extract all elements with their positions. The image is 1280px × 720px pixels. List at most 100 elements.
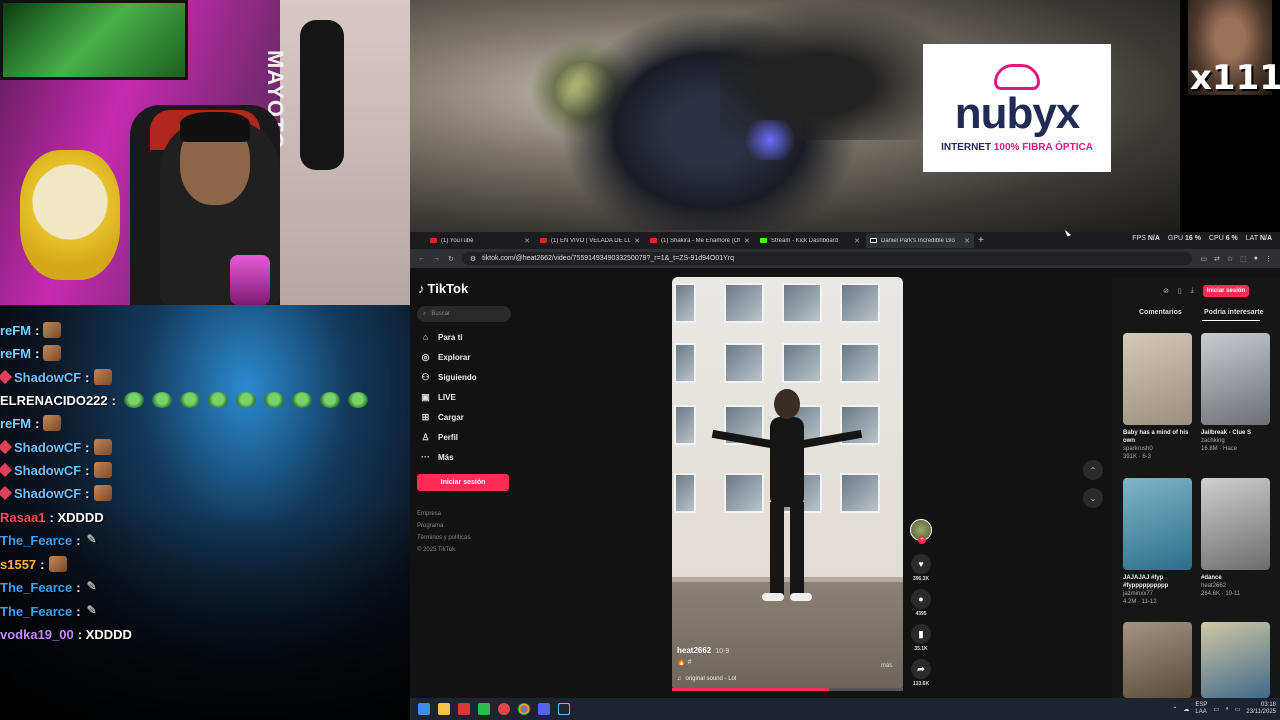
tray-chevron-icon[interactable]: ⌃ — [1172, 706, 1177, 713]
chrome-icon[interactable] — [518, 703, 530, 715]
language-indicator[interactable]: ESP LAA — [1195, 702, 1207, 716]
clock-time: 03:18 — [1260, 702, 1276, 708]
tiktok-logo[interactable]: ♪ TikTok — [418, 281, 468, 296]
tab-comments[interactable]: Comentarios — [1139, 309, 1182, 316]
chat-username[interactable]: The_Fearce — [0, 604, 72, 619]
discord-icon[interactable] — [538, 703, 550, 715]
chat-username[interactable]: reFM — [0, 323, 31, 338]
suggested-video-info[interactable]: Jailbreak - Clue S zachking 16.8M · Hace — [1201, 429, 1271, 453]
suggested-video-thumbnail[interactable] — [1201, 622, 1270, 698]
close-tab-icon[interactable]: ✕ — [524, 237, 530, 245]
right-login-button[interactable]: Iniciar sesión — [1202, 285, 1250, 297]
chat-username[interactable]: ShadowCF — [14, 440, 81, 455]
battery-icon[interactable]: ▭ — [1235, 706, 1241, 713]
suggested-video-info[interactable]: #dance heat2662 264.6K · 10-11 — [1201, 574, 1271, 598]
coins-icon[interactable]: ⊘ — [1163, 287, 1169, 295]
profile-icon[interactable]: ● — [1254, 255, 1258, 263]
browser-tab[interactable]: (1) EN VIVO | VELADA DE LOS ✕ — [536, 233, 644, 248]
next-video-button[interactable]: ⌄ — [1083, 488, 1103, 508]
app-icon-red[interactable] — [458, 703, 470, 715]
search-input[interactable]: ⌕ Buscar — [417, 306, 511, 322]
close-tab-icon[interactable]: ✕ — [744, 237, 750, 245]
like-button[interactable]: ♥ 396.3K — [907, 554, 935, 582]
footer-link[interactable]: Términos y políticas — [417, 535, 470, 541]
start-icon[interactable] — [418, 703, 430, 715]
forward-icon[interactable]: → — [433, 255, 440, 262]
footer-link[interactable]: Programa — [417, 523, 443, 529]
reload-icon[interactable]: ↻ — [448, 255, 454, 263]
sidebar-item-live[interactable]: ▣ LIVE — [420, 392, 456, 403]
login-button[interactable]: Iniciar sesión — [417, 474, 509, 491]
file-explorer-icon[interactable] — [438, 703, 450, 715]
extensions-icon[interactable]: ⬚ — [1240, 255, 1247, 263]
chat-username[interactable]: s1557 — [0, 557, 36, 572]
chat-username[interactable]: ShadowCF — [14, 463, 81, 478]
network-icon[interactable]: ▭ — [1213, 706, 1219, 713]
browser-tab[interactable]: Daniel Park's Incredible Glo ✕ — [866, 233, 974, 248]
close-tab-icon[interactable]: ✕ — [854, 237, 860, 245]
new-tab-button[interactable]: + — [978, 235, 984, 246]
sidebar-item-home[interactable]: ⌂ Para ti — [420, 332, 463, 342]
suggested-video-thumbnail[interactable] — [1123, 333, 1192, 425]
cast-icon[interactable]: ▭ — [1200, 255, 1207, 263]
sidebar-item-upload[interactable]: ⊞ Cargar — [420, 412, 464, 423]
chat-username[interactable]: The_Fearce — [0, 533, 72, 548]
sidebar-item-compass[interactable]: ◎ Explorar — [420, 352, 471, 363]
media-player-icon[interactable] — [478, 703, 490, 715]
steam-icon[interactable] — [558, 703, 570, 715]
menu-icon[interactable]: ⋮ — [1265, 255, 1272, 263]
suggested-video-info[interactable]: Baby has a mind of his own sparkrush0 391K… — [1123, 429, 1193, 461]
cloud-tray-icon[interactable]: ☁ — [1183, 706, 1189, 713]
site-info-icon[interactable]: ⚙ — [470, 255, 476, 263]
suggested-video-user: zachking — [1201, 438, 1225, 444]
video-author[interactable]: heat2662 10-9 — [677, 646, 729, 655]
suggested-video-thumbnail[interactable] — [1201, 333, 1270, 425]
chat-username[interactable]: The_Fearce — [0, 580, 72, 595]
follow-plus-icon[interactable]: + — [918, 536, 926, 544]
chat-username[interactable]: ShadowCF — [14, 486, 81, 501]
video-player[interactable] — [672, 277, 903, 691]
star-icon[interactable]: ☆ — [1227, 255, 1233, 263]
sidebar-item-profile[interactable]: ♙ Perfil — [420, 432, 458, 443]
clock[interactable]: 03:18 23/11/2025 — [1246, 702, 1276, 716]
previous-video-button[interactable]: ⌃ — [1083, 460, 1103, 480]
close-tab-icon[interactable]: ✕ — [964, 237, 970, 245]
chat-username[interactable]: ShadowCF — [14, 370, 81, 385]
tab-title: (1) YouTube — [441, 237, 474, 244]
chat-username[interactable]: ELRENACIDO222 — [0, 393, 108, 408]
author-avatar[interactable]: + — [910, 519, 932, 544]
suggested-video-thumbnail[interactable] — [1123, 622, 1192, 698]
volume-icon[interactable]: ◖ — [1225, 706, 1229, 712]
sidebar-item-more[interactable]: ··· Más — [420, 452, 454, 462]
sidebar-item-following[interactable]: ⚇ Siguiendo — [420, 372, 476, 383]
suggested-video-info[interactable]: JAJAJAJ #fyp #fypppppppppp jazminxx77 4.2M… — [1123, 574, 1193, 606]
chat-username[interactable]: Rasaa1 — [0, 510, 46, 525]
browser-tab[interactable]: Stream - Kick Dashboard ✕ — [756, 233, 864, 248]
video-progress-bar[interactable] — [672, 688, 903, 691]
caption-more-button[interactable]: más — [881, 663, 892, 669]
download-icon[interactable]: ⤓ — [1191, 287, 1194, 295]
share-button[interactable]: ➦ 133.6K — [907, 659, 935, 687]
translate-icon[interactable]: ⇄ — [1214, 255, 1220, 263]
back-icon[interactable]: ← — [418, 255, 425, 262]
comment-button[interactable]: ● 4395 — [907, 589, 935, 617]
browser-tab[interactable]: (1) Shakira - Me Enamoré (Offi ✕ — [646, 233, 754, 248]
close-tab-icon[interactable]: ✕ — [634, 237, 640, 245]
suggested-video-user: sparkrush0 — [1123, 446, 1153, 452]
suggested-video-thumbnail[interactable] — [1123, 478, 1192, 570]
video-dancer — [711, 387, 863, 607]
profile-icon: ♙ — [421, 432, 430, 442]
suggested-video-thumbnail[interactable] — [1201, 478, 1270, 570]
save-button[interactable]: ▮ 35.1K — [907, 624, 935, 652]
video-sound[interactable]: ♫ original sound - Lol — [677, 676, 736, 682]
chat-overlay: reFM: reFM: ShadowCF: ELRENACIDO222: reFM: Sh… — [0, 305, 410, 720]
chat-username[interactable]: reFM — [0, 416, 31, 431]
chat-username[interactable]: vodka19_00 — [0, 627, 74, 642]
footer-link[interactable]: Empresa — [417, 511, 441, 517]
tab-suggested[interactable]: Podría interesarte — [1204, 309, 1264, 316]
browser-tab[interactable]: (1) YouTube ✕ — [426, 233, 534, 248]
device-icon[interactable]: ▯ — [1178, 287, 1182, 295]
chat-username[interactable]: reFM — [0, 346, 31, 361]
url-field[interactable]: ⚙ tiktok.com/@heat2662/video/75591493490… — [461, 252, 1193, 265]
app-icon-circle[interactable] — [498, 703, 510, 715]
